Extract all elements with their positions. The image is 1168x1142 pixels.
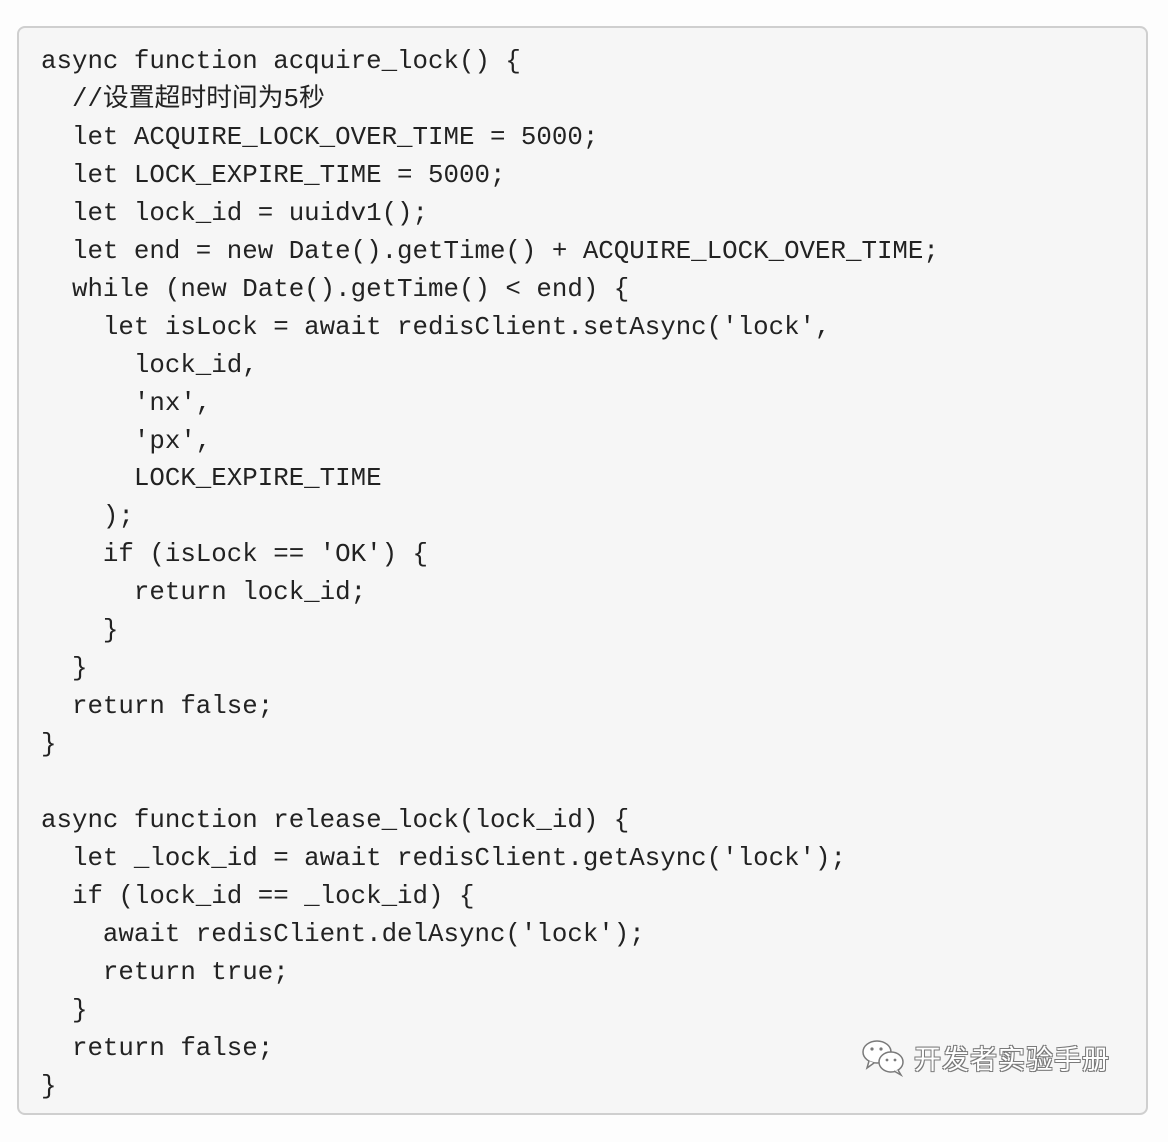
code-line: } — [41, 995, 88, 1025]
code-block: async function acquire_lock() { //设置超时时间… — [17, 26, 1148, 1115]
code-line: while (new Date().getTime() < end) { — [41, 274, 630, 304]
code-line: let isLock = await redisClient.setAsync(… — [41, 312, 831, 342]
code-line: ); — [41, 502, 134, 532]
code-line: if (lock_id == _lock_id) { — [41, 881, 475, 911]
code-line: let ACQUIRE_LOCK_OVER_TIME = 5000; — [41, 122, 599, 152]
code-line: if (isLock == 'OK') { — [41, 540, 429, 570]
code-line: } — [41, 654, 88, 684]
code-line: let _lock_id = await redisClient.getAsyn… — [41, 844, 846, 874]
code-line: } — [41, 616, 119, 646]
watermark: 开发者实验手册 — [860, 1037, 1110, 1078]
code-line: let lock_id = uuidv1(); — [41, 198, 429, 228]
code-line: lock_id, — [41, 350, 258, 380]
code-line: async function release_lock(lock_id) { — [41, 806, 630, 836]
code-line: return false; — [41, 1033, 274, 1063]
code-line: return false; — [41, 692, 274, 722]
code-line: return true; — [41, 957, 289, 987]
code-line: 'px', — [41, 426, 212, 456]
code-content: async function acquire_lock() { //设置超时时间… — [41, 43, 939, 1106]
wechat-icon — [860, 1037, 908, 1078]
code-line: async function acquire_lock() { — [41, 47, 521, 76]
code-line: LOCK_EXPIRE_TIME — [41, 464, 382, 494]
code-line: let end = new Date().getTime() + ACQUIRE… — [41, 236, 939, 266]
code-line: } — [41, 730, 57, 760]
code-line: let LOCK_EXPIRE_TIME = 5000; — [41, 160, 506, 190]
code-line: return lock_id; — [41, 578, 367, 608]
code-line: } — [41, 1071, 57, 1101]
code-line: await redisClient.delAsync('lock'); — [41, 919, 645, 949]
code-line: 'nx', — [41, 388, 212, 418]
code-comment-line: //设置超时时间为5秒 — [41, 84, 325, 114]
watermark-text: 开发者实验手册 — [914, 1044, 1110, 1076]
